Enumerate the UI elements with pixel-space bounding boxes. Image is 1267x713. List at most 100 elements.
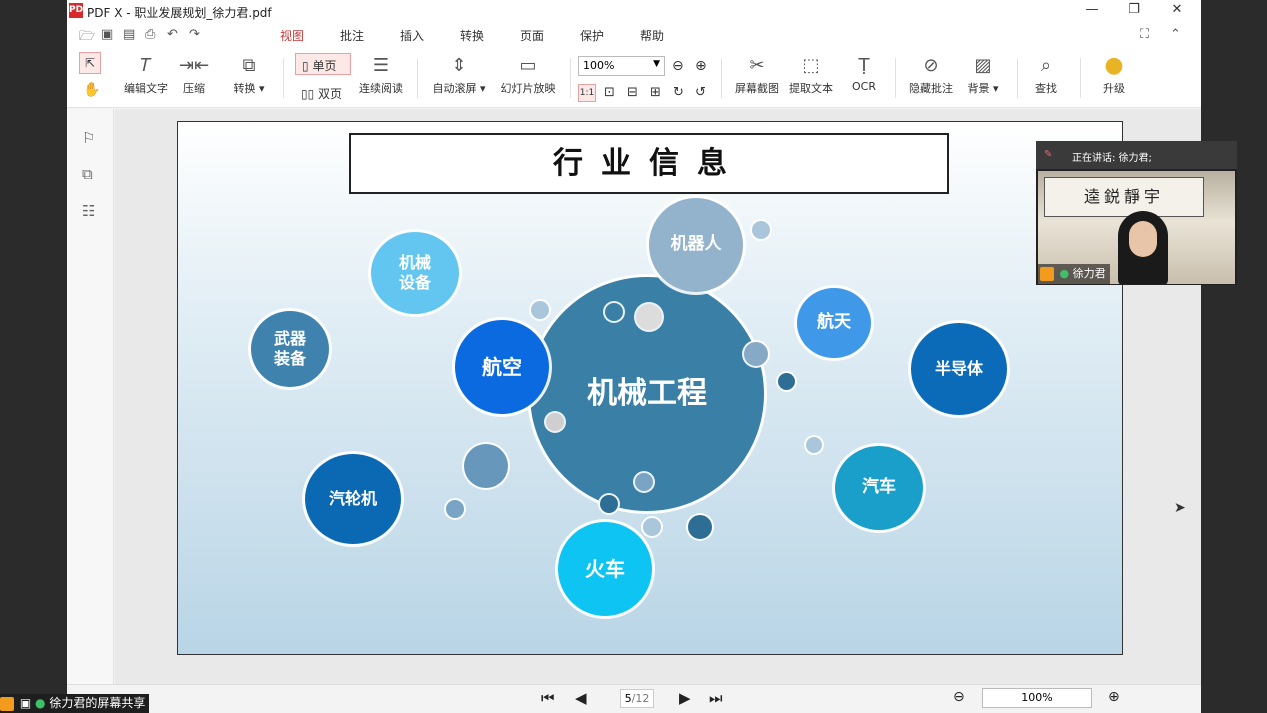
tab-protect[interactable]: 保护 xyxy=(580,27,604,44)
prev-page-icon[interactable]: ◀ xyxy=(575,689,587,707)
tab-insert[interactable]: 插入 xyxy=(400,27,424,44)
compress-button[interactable]: ⇥⇤ 压缩 xyxy=(179,54,209,96)
screen-share-icon: ▣ xyxy=(19,696,32,710)
fit-visible-icon[interactable]: ⊞ xyxy=(650,85,661,100)
toolbar-divider xyxy=(417,58,418,98)
mouse-cursor-icon: ➤ xyxy=(1174,500,1186,516)
first-page-icon[interactable]: ⏮ xyxy=(541,689,555,707)
upgrade-button[interactable]: ● 升级 xyxy=(1097,54,1131,96)
screenshot-button[interactable]: ✂ 屏幕截图 xyxy=(733,54,781,96)
ocr-button[interactable]: Ṭ OCR xyxy=(847,54,881,93)
hand-tool-icon[interactable]: ✋ xyxy=(83,82,100,98)
extract-text-button[interactable]: ⬚ 提取文本 xyxy=(787,54,835,96)
hide-annotation-button[interactable]: ⊘ 隐藏批注 xyxy=(907,54,955,96)
tab-convert[interactable]: 转换 xyxy=(460,27,484,44)
last-page-icon[interactable]: ⏭ xyxy=(709,689,723,707)
toolbar-divider xyxy=(1080,58,1081,98)
bubble-train: 火车 xyxy=(558,522,652,616)
zoom-out-icon[interactable]: ⊖ xyxy=(672,58,684,74)
decor-dot xyxy=(600,495,618,513)
double-page-button[interactable]: ▯▯ 双页 xyxy=(301,85,342,102)
restore-button[interactable]: ❐ xyxy=(1124,2,1144,17)
continuous-read-icon: ☰ xyxy=(372,55,390,76)
bookmark-icon[interactable]: ⚐ xyxy=(82,129,95,147)
background-button[interactable]: ▨ 背景 ▾ xyxy=(963,54,1003,96)
decor-dot xyxy=(636,304,662,330)
edit-text-button[interactable]: 𝑇 编辑文字 xyxy=(123,54,169,96)
participant-name-tag: ● 徐力君 xyxy=(1038,264,1110,284)
auto-scroll-icon: ⇕ xyxy=(451,55,467,76)
microphone-icon: ● xyxy=(1059,267,1070,280)
redo-icon[interactable]: ↷ xyxy=(189,27,200,42)
continuous-read-button[interactable]: ☰ 连续阅读 xyxy=(357,54,405,96)
fit-width-icon[interactable]: ⊟ xyxy=(627,85,638,100)
single-page-button[interactable]: ▯ 单页 xyxy=(295,53,351,75)
decor-dot xyxy=(643,518,661,536)
crown-icon: ● xyxy=(1104,53,1124,78)
host-badge-icon xyxy=(1040,267,1054,281)
zoom-level-field[interactable]: 100% xyxy=(982,688,1092,708)
decor-dot xyxy=(635,473,653,491)
app-logo: PDF xyxy=(69,3,89,18)
find-button[interactable]: ⌕ 查找 xyxy=(1032,54,1060,96)
save-as-icon[interactable]: ▤ xyxy=(123,27,135,42)
decor-dot xyxy=(546,413,564,431)
search-icon: ⌕ xyxy=(1040,55,1052,76)
minimize-button[interactable]: — xyxy=(1082,2,1102,17)
bubble-aviation: 航空 xyxy=(455,320,549,414)
rotate-right-icon[interactable]: ↻ xyxy=(673,85,684,100)
page-number-field[interactable]: 5/12 xyxy=(620,689,654,708)
compress-icon: ⇥⇤ xyxy=(179,55,210,76)
background-icon: ▨ xyxy=(974,55,992,76)
auto-scroll-button[interactable]: ⇕ 自动滚屏 ▾ xyxy=(431,54,487,96)
next-page-icon[interactable]: ▶ xyxy=(679,689,691,707)
decor-dot xyxy=(744,342,768,366)
slide-title: 行业信息 xyxy=(349,133,949,194)
bottom-navigation-bar: ⏮ ◀ 5/12 ▶ ⏭ ⊖ 100% ⊕ xyxy=(67,684,1201,713)
decor-dot xyxy=(605,303,623,321)
tab-view[interactable]: 视图 xyxy=(280,27,305,48)
collapse-ribbon-icon[interactable]: ⌃ xyxy=(1170,27,1181,42)
participant-video-panel[interactable]: ✎ 正在讲话: 徐力君; 逵鋭靜宇 ● 徐力君 xyxy=(1036,141,1237,285)
person-face xyxy=(1129,221,1157,257)
menu-bar: 🗁 ▣ ▤ ⎙ ↶ ↷ 视图 批注 插入 转换 页面 保护 帮助 ⛶ ⌃ xyxy=(67,22,1201,48)
video-feed: 逵鋭靜宇 ● 徐力君 xyxy=(1038,171,1235,284)
zoom-in-icon[interactable]: ⊕ xyxy=(1108,689,1120,705)
pdf-app-window: PDF PDF X - 职业发展规划_徐力君.pdf — ❐ ✕ 🗁 ▣ ▤ ⎙… xyxy=(67,0,1201,713)
fit-page-icon[interactable]: ⊡ xyxy=(604,85,615,100)
tab-annotate[interactable]: 批注 xyxy=(340,27,364,44)
bubble-aerospace: 航天 xyxy=(797,288,871,358)
select-cursor-icon[interactable]: ⇱ xyxy=(79,52,101,74)
single-page-icon: ▯ xyxy=(302,59,309,73)
comments-icon[interactable]: ☷ xyxy=(82,202,95,220)
tab-page[interactable]: 页面 xyxy=(520,27,544,44)
thumbnails-icon[interactable]: ⧉ xyxy=(82,165,93,183)
actual-size-icon[interactable]: 1:1 xyxy=(578,84,596,102)
undo-icon[interactable]: ↶ xyxy=(167,27,178,42)
toolbar-divider xyxy=(1017,58,1018,98)
edit-text-icon: 𝑇 xyxy=(140,55,152,76)
chevron-down-icon: ▼ xyxy=(653,59,660,69)
decor-dot xyxy=(464,444,508,488)
print-icon[interactable]: ⎙ xyxy=(145,27,155,42)
calligraphy-scroll: 逵鋭靜宇 xyxy=(1044,177,1204,217)
microphone-icon: ● xyxy=(35,696,46,710)
zoom-in-icon[interactable]: ⊕ xyxy=(695,58,707,74)
decor-dot xyxy=(688,515,712,539)
close-button[interactable]: ✕ xyxy=(1167,2,1187,17)
slideshow-button[interactable]: ▭ 幻灯片放映 xyxy=(499,54,557,96)
hide-annotation-icon: ⊘ xyxy=(923,55,939,76)
zoom-select[interactable]: 100% ▼ xyxy=(578,56,665,76)
tab-help[interactable]: 帮助 xyxy=(640,27,664,44)
fullscreen-icon[interactable]: ⛶ xyxy=(1140,27,1149,42)
bubble-automotive: 汽车 xyxy=(835,446,923,530)
convert-button[interactable]: ⧉ 转换 ▾ xyxy=(229,54,269,96)
bubble-turbine: 汽轮机 xyxy=(305,454,401,544)
rotate-left-icon[interactable]: ↺ xyxy=(695,85,706,100)
save-icon[interactable]: ▣ xyxy=(101,27,113,42)
screen-share-label: ▣ ● 徐力君的屏幕共享 xyxy=(0,694,150,713)
zoom-out-icon[interactable]: ⊖ xyxy=(953,689,965,705)
decor-dot xyxy=(778,373,795,390)
slideshow-icon: ▭ xyxy=(519,55,537,76)
left-sidebar: ⚐ ⧉ ☷ xyxy=(67,109,114,684)
